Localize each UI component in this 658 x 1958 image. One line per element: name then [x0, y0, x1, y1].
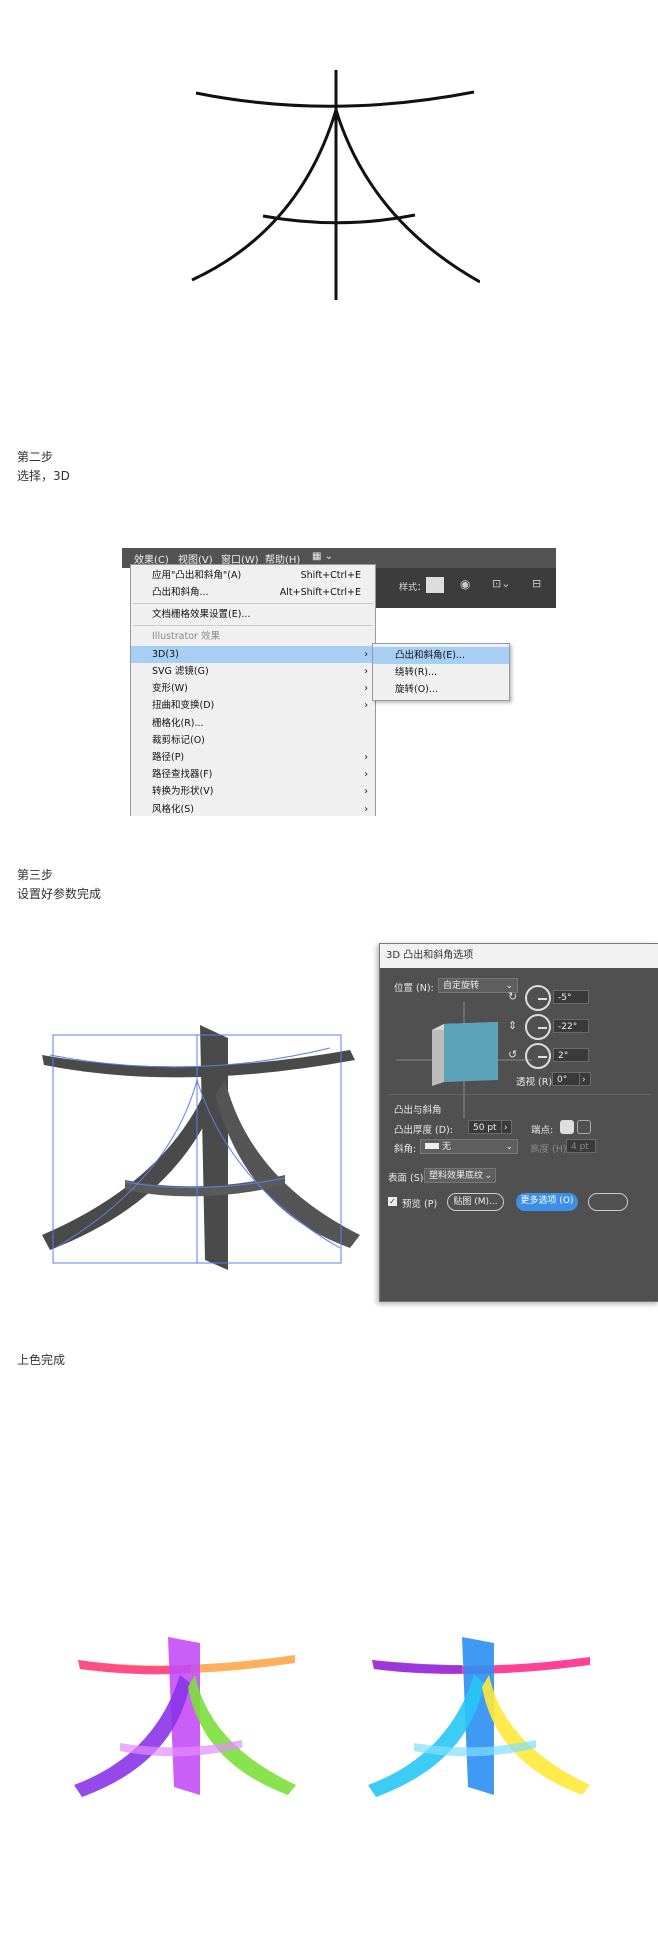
menu-item-path[interactable]: 路径(P) ›	[131, 749, 375, 766]
preview-checkbox[interactable]: ✓	[388, 1197, 397, 1206]
menu-section-illustrator-effects: Illustrator 效果	[152, 631, 220, 642]
ok-button[interactable]	[588, 1193, 628, 1211]
3d-submenu: 凸出和斜角(E)... 绕转(R)... 旋转(O)...	[372, 643, 510, 701]
colored-glyph-blue	[368, 1637, 590, 1797]
style-label: 样式：	[399, 583, 427, 593]
depth-input[interactable]: 50 pt	[468, 1120, 502, 1134]
chevron-right-icon: ›	[364, 683, 368, 694]
surface-label: 表面 (S):	[388, 1173, 427, 1184]
chevron-right-icon: ›	[364, 804, 368, 815]
perspective-stepper[interactable]: ›	[579, 1072, 591, 1086]
depth-label: 凸出厚度 (D):	[394, 1125, 453, 1136]
step3-desc: 设置好参数完成	[17, 887, 102, 901]
position-label: 位置 (N):	[394, 983, 434, 994]
menu-item-extrude-bevel[interactable]: 凸出和斜角... Alt+Shift+Ctrl+E	[131, 584, 375, 601]
menu-item-3d[interactable]: 3D(3) ›	[131, 646, 375, 663]
chevron-right-icon: ›	[364, 786, 368, 797]
rotate-y-dial[interactable]	[525, 1014, 551, 1040]
more-options-button[interactable]: 更多选项 (O)	[516, 1193, 578, 1211]
map-button[interactable]: 贴图 (M)...	[447, 1193, 504, 1211]
rotate-y-input[interactable]: -22°	[553, 1019, 589, 1033]
align-icon[interactable]: ⊟	[532, 577, 541, 590]
globe-icon[interactable]: ◉	[460, 577, 470, 591]
char-outline-drawing	[191, 70, 480, 300]
submenu-item-revolve[interactable]: 绕转(R)...	[373, 664, 509, 681]
menu-item-svg-filters[interactable]: SVG 滤镜(G) ›	[131, 663, 375, 680]
depth-stepper[interactable]: ›	[501, 1120, 512, 1134]
perspective-input[interactable]: 0°	[552, 1072, 580, 1086]
height-label: 高度 (H):	[530, 1144, 570, 1155]
bevel-swatch	[425, 1143, 439, 1149]
transform-icon[interactable]: ⊡⌄	[492, 577, 510, 590]
chevron-down-icon: ⌄	[484, 1171, 492, 1181]
illustrator-effect-menu-screenshot: 效果(C) 视图(V) 窗口(W) 帮助(H) ▦ ⌄ 样式： ◉ ⊡⌄ ⊟ 应…	[122, 548, 556, 816]
chevron-right-icon: ›	[364, 666, 368, 677]
menu-separator	[133, 625, 373, 626]
chevron-right-icon: ›	[364, 752, 368, 763]
control-bar: 样式： ◉ ⊡⌄ ⊟	[372, 568, 556, 608]
section-title: 凸出与斜角	[394, 1105, 442, 1116]
submenu-item-rotate[interactable]: 旋转(O)...	[373, 681, 509, 698]
perspective-label: 透视 (R):	[516, 1077, 556, 1088]
rotate-x-icon: ↻	[508, 990, 518, 1003]
chevron-right-icon: ›	[364, 649, 368, 660]
effect-dropdown: 应用"凸出和斜角"(A) Shift+Ctrl+E 凸出和斜角... Alt+Shi…	[130, 564, 376, 816]
step3-title: 第三步	[17, 868, 54, 882]
position-select[interactable]: 自定旋转 ⌄	[438, 978, 518, 993]
workspace-grid-icon[interactable]: ▦ ⌄	[312, 551, 333, 562]
step2-title: 第二步	[17, 450, 54, 464]
submenu-item-extrude-bevel[interactable]: 凸出和斜角(E)...	[373, 647, 509, 664]
rotate-y-icon: ⇕	[508, 1019, 518, 1032]
chevron-down-icon: ⌄	[505, 1142, 513, 1152]
rotate-z-dial[interactable]	[525, 1043, 551, 1069]
menu-item-convert-shape[interactable]: 转换为形状(V) ›	[131, 783, 375, 800]
step4-title: 上色完成	[17, 1353, 66, 1367]
extruded-3d-glyph	[42, 1025, 360, 1270]
menu-item-distort[interactable]: 扭曲和变换(D) ›	[131, 697, 375, 714]
rotate-x-dial[interactable]	[525, 985, 551, 1011]
cap-on-icon[interactable]	[560, 1120, 574, 1134]
menu-separator	[133, 603, 373, 604]
chevron-right-icon: ›	[364, 700, 368, 711]
rotate-z-icon: ↺	[508, 1048, 518, 1061]
rotate-z-input[interactable]: 2°	[553, 1048, 589, 1062]
menu-item-stylize[interactable]: 风格化(S) ›	[131, 801, 375, 816]
menu-item-warp[interactable]: 变形(W) ›	[131, 680, 375, 697]
menu-item-apply-extrude[interactable]: 应用"凸出和斜角"(A) Shift+Ctrl+E	[131, 567, 375, 584]
menu-item-pathfinder[interactable]: 路径查找器(F) ›	[131, 766, 375, 783]
colored-glyph-purple	[74, 1637, 296, 1797]
cap-off-icon[interactable]	[577, 1120, 591, 1134]
step2-desc: 选择，3D	[17, 469, 70, 483]
surface-select[interactable]: 塑料效果底纹 ⌄	[424, 1168, 496, 1183]
rotate-x-input[interactable]: -5°	[553, 990, 589, 1004]
style-swatch[interactable]	[426, 577, 444, 593]
bevel-label: 斜角:	[394, 1144, 417, 1155]
menu-item-rasterize[interactable]: 栅格化(R)...	[131, 715, 375, 732]
preview-label: 预览 (P)	[402, 1199, 438, 1210]
cap-label: 端点:	[531, 1125, 554, 1136]
dialog-title: 3D 凸出和斜角选项	[380, 944, 658, 968]
height-input: 4 pt	[566, 1139, 596, 1153]
menu-item-raster-settings[interactable]: 文档栅格效果设置(E)...	[131, 606, 375, 623]
section-divider	[388, 1094, 651, 1095]
extrude-bevel-dialog: 3D 凸出和斜角选项 位置 (N): 自定旋转 ⌄ ↻ -5° ⇕ -22° ↺ …	[379, 943, 658, 1302]
menu-item-crop-marks[interactable]: 裁剪标记(O)	[131, 732, 375, 749]
bevel-select[interactable]: 无 ⌄	[420, 1139, 518, 1154]
chevron-right-icon: ›	[364, 769, 368, 780]
